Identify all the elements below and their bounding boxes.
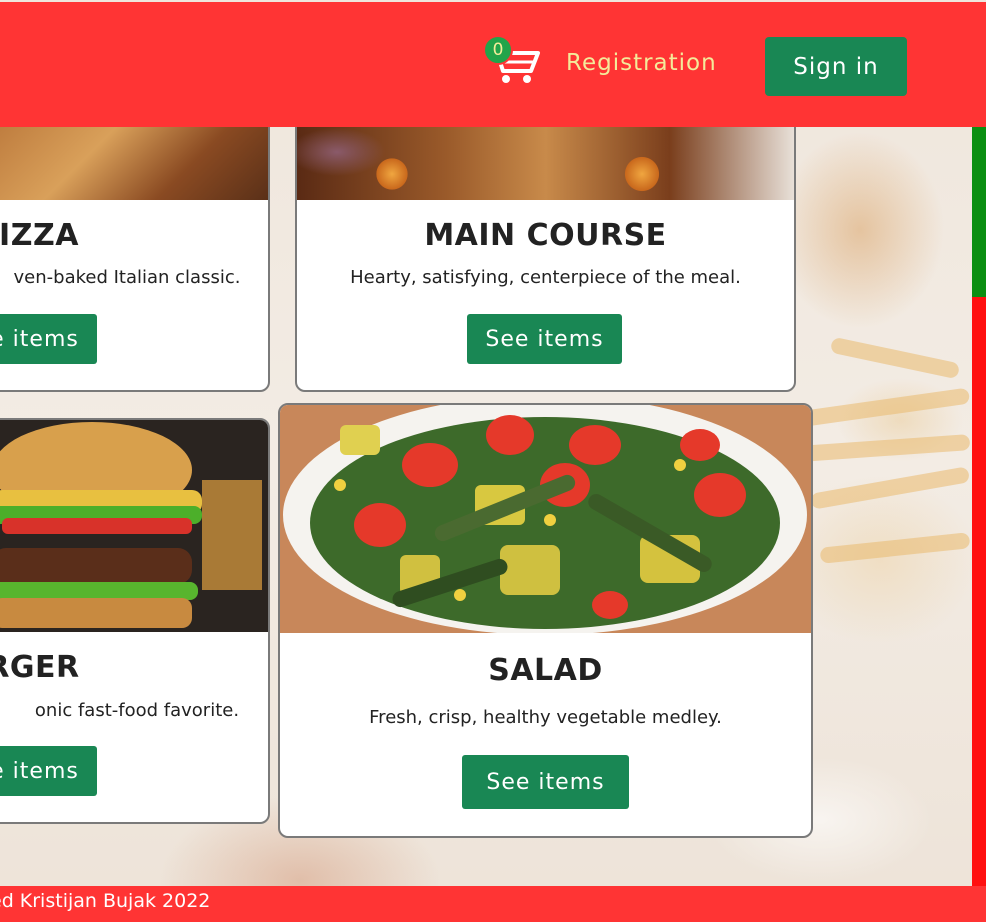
background-decoration <box>819 532 971 564</box>
footer-copyright: ed Kristijan Bujak 2022 <box>0 890 211 912</box>
category-card-burger: RGER onic fast-food favorite. e items <box>0 418 270 824</box>
card-description: ven-baked Italian classic. <box>13 267 241 288</box>
see-items-button[interactable]: See items <box>462 755 629 809</box>
see-items-button[interactable]: e items <box>0 314 97 364</box>
cart-count-badge: 0 <box>483 35 513 65</box>
burger-illustration <box>0 422 262 628</box>
page-scrollbar[interactable] <box>972 127 986 887</box>
background-decoration <box>829 336 961 380</box>
card-title: MAIN COURSE <box>424 218 667 253</box>
see-items-button[interactable]: e items <box>0 746 97 796</box>
burger-image <box>0 420 268 632</box>
salad-illustration <box>283 405 807 633</box>
background-decoration <box>789 387 971 429</box>
registration-link[interactable]: Registration <box>566 50 717 76</box>
background-decoration <box>809 466 971 510</box>
background-decoration <box>799 434 971 462</box>
see-items-button[interactable]: See items <box>467 314 622 364</box>
cart-button[interactable]: 0 <box>483 35 543 87</box>
category-card-salad: SALAD Fresh, crisp, healthy vegetable me… <box>278 403 813 838</box>
card-description: Fresh, crisp, healthy vegetable medley. <box>369 707 722 728</box>
sign-in-button[interactable]: Sign in <box>765 37 907 96</box>
category-card-pizza: IZZA ven-baked Italian classic. e items <box>0 110 270 392</box>
card-description: Hearty, satisfying, centerpiece of the m… <box>350 267 741 288</box>
card-title: RGER <box>0 650 80 685</box>
card-title: IZZA <box>0 218 79 253</box>
category-card-main-course: MAIN COURSE Hearty, satisfying, centerpi… <box>295 110 796 392</box>
salad-image <box>280 405 811 633</box>
page-footer: ed Kristijan Bujak 2022 <box>0 886 986 922</box>
scrollbar-thumb[interactable] <box>972 127 986 297</box>
card-description: onic fast-food favorite. <box>34 700 240 721</box>
card-title: SALAD <box>488 653 603 688</box>
top-navbar: 0 Registration Sign in <box>0 2 986 127</box>
